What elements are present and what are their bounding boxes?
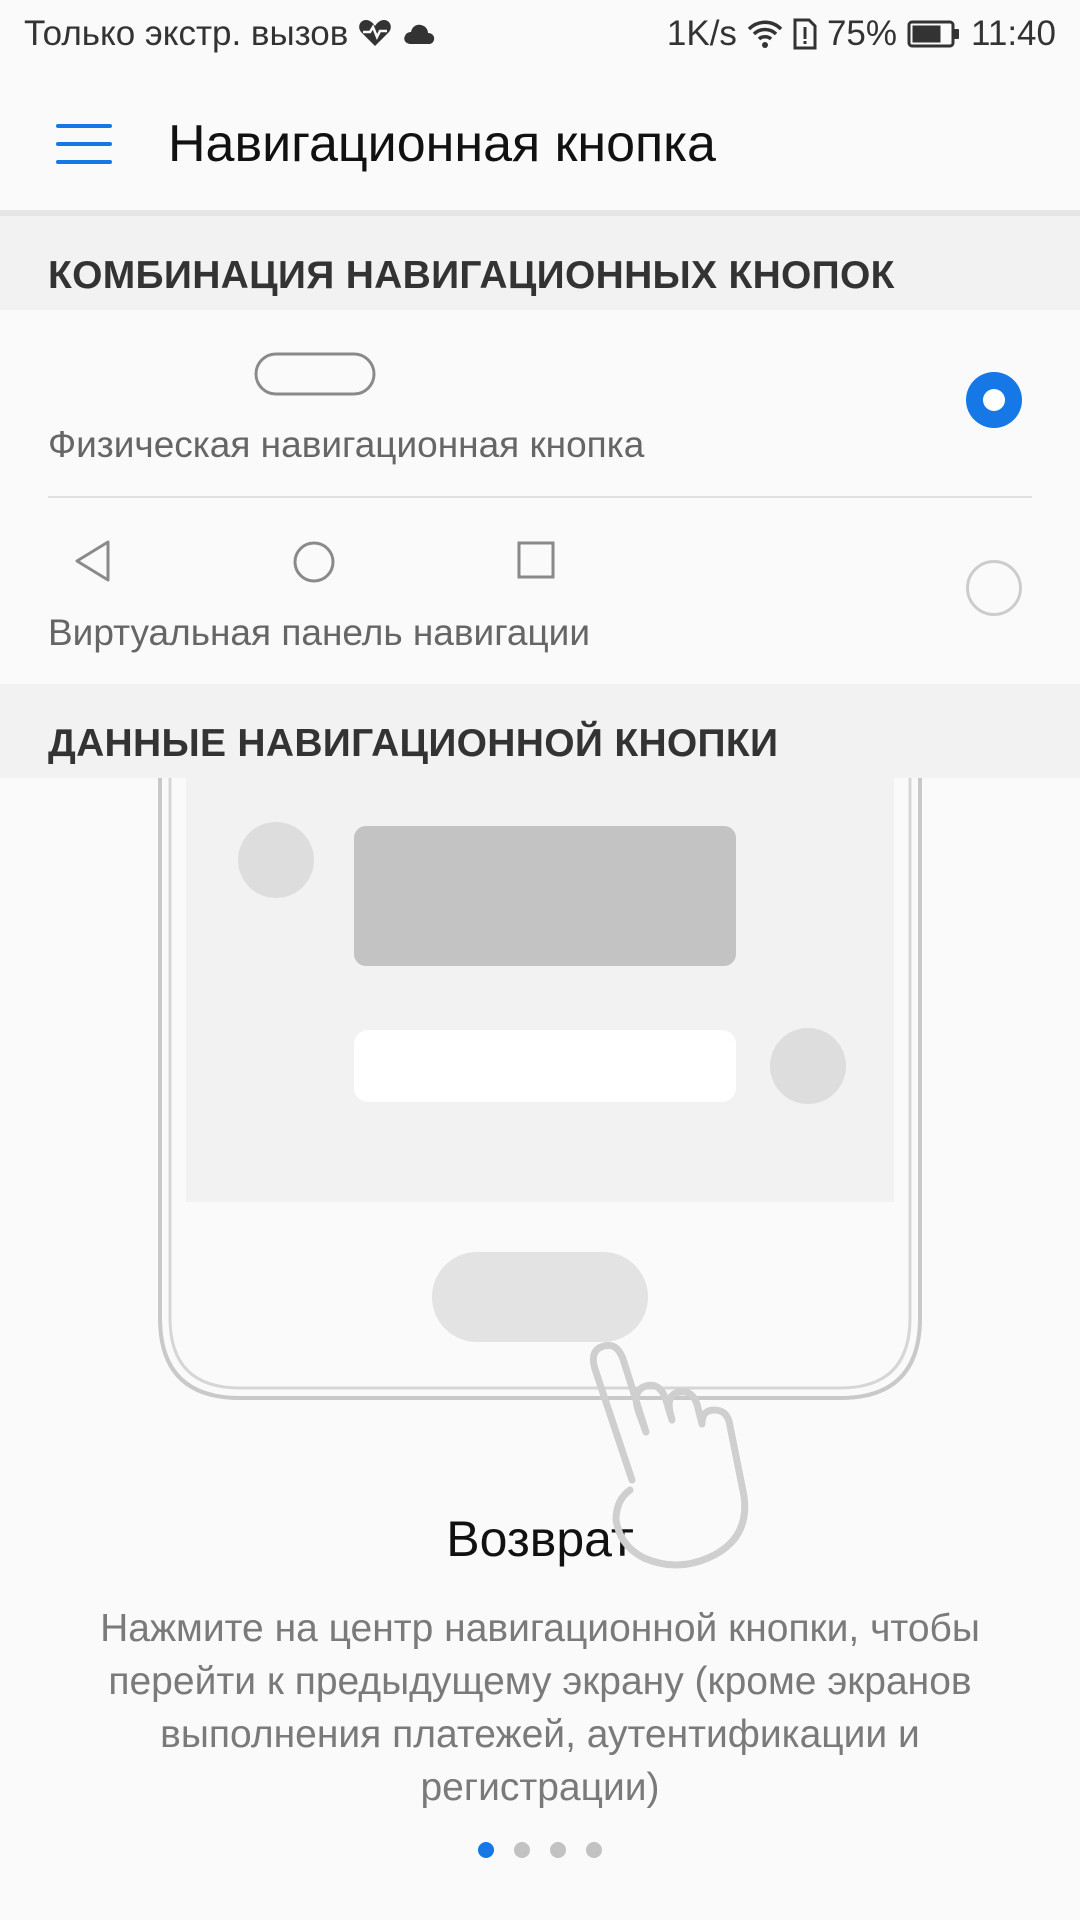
tutorial-description: Нажмите на центр навигационной кнопки, ч… [100,1607,980,1809]
page-dot-1[interactable] [478,1842,494,1858]
option-physical-label: Физическая навигационная кнопка [48,424,645,465]
battery-percent: 75% [826,14,897,53]
battery-icon [907,20,959,48]
radio-physical-selected[interactable] [966,372,1022,428]
status-bar: Только экстр. вызов 1K/s 75% 11:40 [0,0,1080,80]
back-triangle-icon [75,540,110,582]
carrier-text: Только экстр. вызов [24,14,349,53]
hamburger-menu-icon[interactable] [56,124,112,168]
page-title: Навигационная кнопка [168,115,716,173]
section-title-data: ДАННЫЕ НАВИГАЦИОННОЙ КНОПКИ [48,722,779,765]
section-header-data: ДАННЫЕ НАВИГАЦИОННОЙ КНОПКИ [0,684,1080,778]
home-circle-icon [293,541,335,583]
option-physical-button[interactable]: Физическая навигационная кнопка [0,310,1080,496]
app-bar: Навигационная кнопка [0,80,1080,210]
physical-button-icon [254,352,376,396]
option-virtual-nav-bar[interactable]: Виртуальная панель навигации [0,498,1080,684]
pointing-hand-icon [589,1341,749,1569]
sim-alert-icon [793,18,817,50]
status-right: 1K/s 75% 11:40 [667,14,1056,54]
gesture-illustration [158,778,922,1400]
option-virtual-label: Виртуальная панель навигации [48,612,590,653]
page-dot-3[interactable] [550,1842,566,1858]
section-title-combination: КОМБИНАЦИЯ НАВИГАЦИОННЫХ КНОПОК [48,254,895,297]
page-dot-2[interactable] [514,1842,530,1858]
net-speed: 1K/s [666,14,737,53]
radio-virtual-unselected[interactable] [966,560,1022,616]
section-header-combination: КОМБИНАЦИЯ НАВИГАЦИОННЫХ КНОПОК [0,216,1080,310]
heart-rate-icon [359,20,391,46]
page-dot-4[interactable] [586,1842,602,1858]
clock: 11:40 [971,14,1056,53]
recents-square-icon [517,541,555,579]
wifi-icon [747,20,783,48]
status-left: Только экстр. вызов [24,14,436,54]
tutorial-title: Возврат [446,1511,634,1567]
page-indicator [0,1842,1080,1858]
cloud-icon [404,24,435,44]
